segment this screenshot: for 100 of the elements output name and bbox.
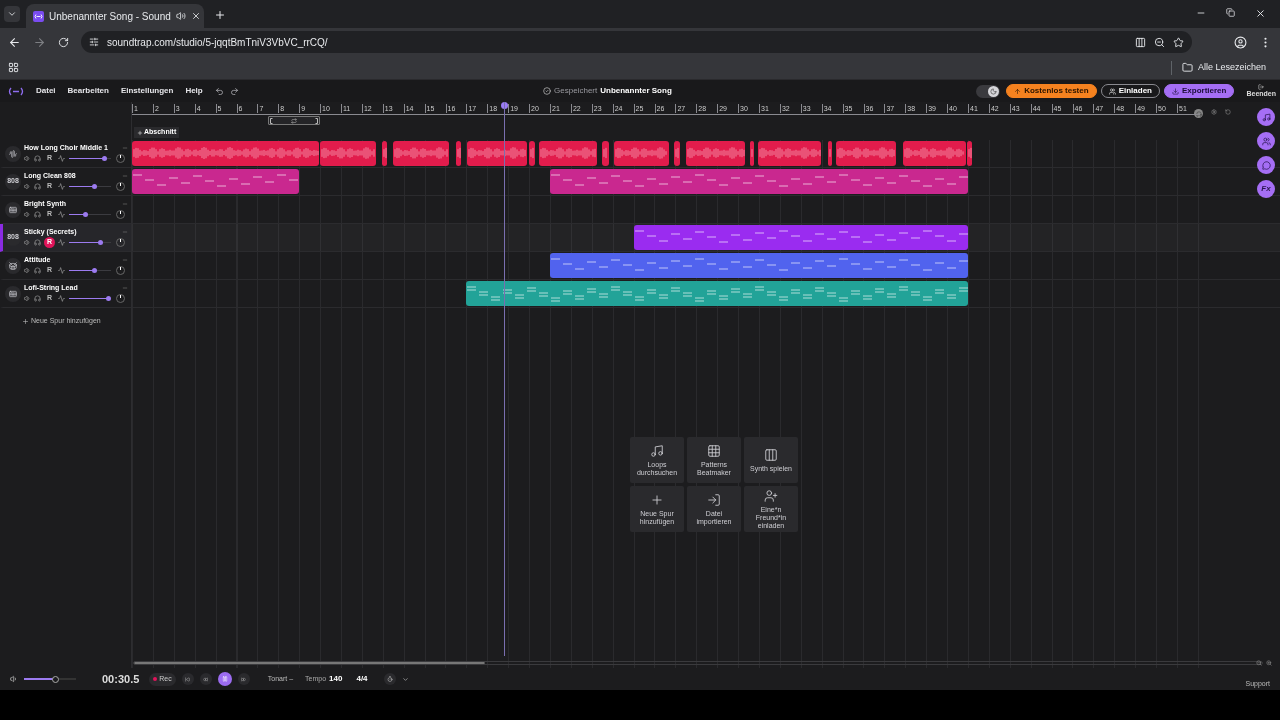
chat-button[interactable] (1257, 156, 1275, 174)
mute-icon[interactable] (24, 183, 31, 190)
headphones-button[interactable] (1194, 109, 1203, 118)
track-menu-icon[interactable] (122, 200, 128, 207)
audio-clip[interactable] (381, 141, 387, 166)
audio-clip[interactable] (393, 141, 450, 166)
master-volume-slider[interactable] (24, 675, 76, 683)
menu-item[interactable]: Bearbeiten (67, 85, 109, 97)
audio-clip[interactable] (455, 141, 461, 166)
midi-clip[interactable] (466, 281, 968, 306)
track-menu-icon[interactable] (122, 284, 128, 291)
grid-icon (707, 443, 721, 458)
track-menu-icon[interactable] (122, 144, 128, 151)
automation-icon[interactable] (58, 183, 65, 190)
reload-icon[interactable] (58, 36, 69, 48)
apps-icon[interactable] (8, 62, 19, 73)
audio-clip[interactable] (749, 141, 754, 166)
people-icon (1261, 136, 1271, 146)
mute-icon[interactable] (24, 239, 31, 246)
midi-clip[interactable] (550, 253, 968, 278)
audio-clip[interactable] (132, 141, 320, 166)
reset-icon[interactable] (1225, 109, 1231, 115)
rewind-button[interactable] (199, 673, 212, 685)
profile-icon[interactable] (1234, 35, 1247, 49)
audio-clip[interactable] (613, 141, 669, 166)
address-bar[interactable]: soundtrap.com/studio/5-jqqtBmTniV3VbVC_rrCQ/ (81, 31, 1192, 53)
settings-icon[interactable] (1211, 109, 1217, 115)
midi-clip[interactable] (633, 225, 968, 250)
theme-toggle[interactable] (976, 84, 1001, 98)
browser-tab[interactable]: Unbenannter Song - Sound (26, 4, 204, 28)
audio-clip[interactable] (757, 141, 822, 166)
automation-icon[interactable] (58, 267, 65, 274)
forward-icon[interactable] (33, 35, 46, 49)
audio-clip[interactable] (966, 141, 973, 166)
solo-icon[interactable] (34, 239, 41, 246)
loop-region[interactable] (267, 116, 321, 125)
audio-clip[interactable] (529, 141, 535, 166)
folder-icon (1181, 62, 1193, 73)
solo-icon[interactable] (34, 267, 41, 274)
midi-clip[interactable] (132, 169, 300, 194)
automation-icon[interactable] (58, 155, 65, 162)
close-icon[interactable] (1255, 8, 1266, 19)
solo-icon[interactable] (34, 295, 41, 302)
redo-icon[interactable] (229, 86, 239, 96)
restore-icon[interactable] (1226, 8, 1235, 17)
menu-item[interactable]: Help (185, 85, 203, 97)
mute-icon[interactable] (24, 211, 31, 218)
close-icon[interactable] (190, 11, 201, 21)
forward-button[interactable] (237, 673, 250, 685)
automation-icon[interactable] (58, 295, 65, 302)
mute-icon[interactable] (24, 295, 31, 302)
bookmarks-folder[interactable]: Alle Lesezeichen (1181, 60, 1266, 75)
pause-button[interactable] (217, 672, 232, 686)
loop-end-handle[interactable] (315, 117, 319, 124)
playhead[interactable] (500, 102, 508, 656)
mute-icon[interactable] (24, 155, 31, 162)
audio-clip[interactable] (685, 141, 745, 166)
loop-start-handle[interactable] (269, 117, 273, 124)
audio-clip[interactable] (467, 141, 527, 166)
mute-icon[interactable] (24, 267, 31, 274)
track-menu-icon[interactable] (122, 172, 128, 179)
zoom-in-icon[interactable] (1266, 660, 1272, 666)
speaker-icon (175, 11, 186, 21)
bookmark-star-icon[interactable] (1173, 36, 1184, 48)
chevron-icon[interactable] (401, 675, 409, 683)
automation-icon[interactable] (58, 239, 65, 246)
volume-icon[interactable] (10, 675, 18, 683)
audio-clip[interactable] (673, 141, 680, 166)
menu-item[interactable]: Datei (36, 85, 56, 97)
volume-slider[interactable] (69, 296, 111, 301)
skip-back-button[interactable] (181, 673, 194, 685)
reading-mode-icon[interactable] (1135, 36, 1146, 48)
undo-icon[interactable] (214, 86, 224, 96)
audio-clip[interactable] (903, 141, 966, 166)
pause-icon (221, 676, 228, 682)
menu-item[interactable]: Einstellungen (120, 85, 174, 97)
track-menu-icon[interactable] (122, 228, 128, 235)
effects-button[interactable]: Fx (1257, 180, 1275, 198)
zoom-out-icon[interactable] (1256, 660, 1262, 666)
solo-icon[interactable] (34, 211, 41, 218)
audio-clip[interactable] (320, 141, 376, 166)
solo-icon[interactable] (34, 155, 41, 162)
metronome-button[interactable] (383, 673, 396, 685)
audio-clip[interactable] (602, 141, 609, 166)
back-icon[interactable] (8, 35, 21, 49)
collaborators-button[interactable] (1257, 132, 1275, 150)
solo-icon[interactable] (34, 183, 41, 190)
audio-clip[interactable] (835, 141, 896, 166)
automation-icon[interactable] (58, 211, 65, 218)
new-tab-icon[interactable] (214, 9, 226, 21)
midi-clip[interactable] (550, 169, 968, 194)
action-button[interactable]: Exportieren (1163, 84, 1235, 98)
track-menu-icon[interactable] (122, 256, 128, 263)
action-button[interactable]: Kostenlos testen (1006, 84, 1097, 98)
music-button[interactable] (1257, 108, 1275, 126)
tab-list-button[interactable] (4, 6, 20, 22)
audio-clip[interactable] (827, 141, 833, 166)
audio-clip[interactable] (538, 141, 597, 166)
zoom-icon[interactable] (1154, 36, 1165, 48)
scrollbar-thumb[interactable] (134, 662, 485, 664)
